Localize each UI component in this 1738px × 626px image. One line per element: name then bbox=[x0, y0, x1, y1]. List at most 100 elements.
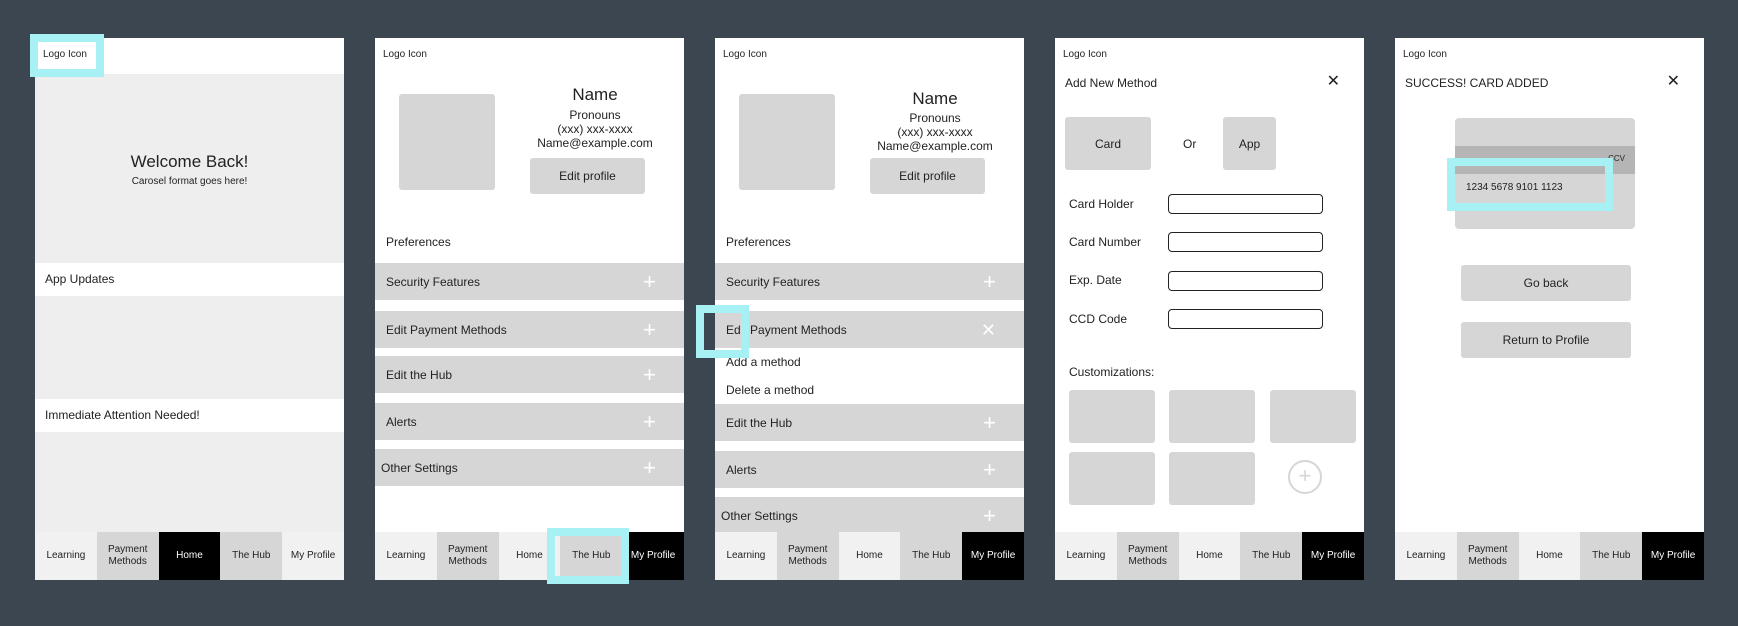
nav-payment-methods[interactable]: Payment Methods bbox=[776, 532, 839, 580]
alerts-row[interactable]: Alerts + bbox=[715, 451, 1024, 488]
success-screen: Logo Icon SUCCESS! CARD ADDED ✕ CCV 1234… bbox=[1395, 38, 1704, 580]
section-label: Edit the Hub bbox=[726, 415, 793, 430]
nav-payment-methods[interactable]: Payment Methods bbox=[436, 532, 499, 580]
app-updates-panel[interactable] bbox=[35, 296, 344, 399]
profile-pronouns: Pronouns bbox=[909, 111, 961, 125]
close-icon[interactable]: ✕ bbox=[1667, 71, 1680, 91]
nav-the-hub[interactable]: The Hub bbox=[900, 532, 963, 580]
nav-payment-methods[interactable]: Payment Methods bbox=[1456, 532, 1519, 580]
avatar bbox=[399, 94, 495, 190]
go-back-button[interactable]: Go back bbox=[1461, 265, 1631, 301]
nav-my-profile[interactable]: My Profile bbox=[622, 532, 684, 580]
nav-the-hub[interactable]: The Hub bbox=[1240, 532, 1303, 580]
profile-pronouns: Pronouns bbox=[569, 108, 621, 122]
welcome-carousel[interactable]: Welcome Back! Carosel format goes here! bbox=[35, 74, 344, 263]
security-features-row[interactable]: Security Features + bbox=[715, 263, 1024, 300]
avatar bbox=[739, 94, 835, 190]
attention-panel[interactable] bbox=[35, 432, 344, 532]
preferences-heading: Preferences bbox=[386, 235, 451, 249]
bottom-nav: Learning Payment Methods Home The Hub My… bbox=[375, 532, 684, 580]
nav-home[interactable]: Home bbox=[1518, 532, 1581, 580]
highlight-edit-payment bbox=[696, 305, 749, 358]
card-holder-label: Card Holder bbox=[1069, 197, 1134, 211]
bottom-nav: Learning Payment Methods Home The Hub My… bbox=[715, 532, 1024, 580]
card-style-swatch[interactable] bbox=[1069, 390, 1155, 443]
ccd-code-label: CCD Code bbox=[1069, 312, 1128, 326]
edit-hub-row[interactable]: Edit the Hub + bbox=[375, 356, 684, 393]
add-method-screen: Logo Icon Add New Method ✕ Card Or App C… bbox=[1055, 38, 1364, 580]
plus-icon[interactable]: + bbox=[983, 458, 996, 481]
plus-icon[interactable]: + bbox=[643, 363, 656, 386]
plus-icon[interactable]: + bbox=[983, 270, 996, 293]
nav-home[interactable]: Home bbox=[1178, 532, 1241, 580]
app-updates-heading: App Updates bbox=[45, 272, 115, 286]
nav-my-profile[interactable]: My Profile bbox=[282, 532, 344, 580]
profile-email: Name@example.com bbox=[537, 136, 653, 150]
customizations-heading: Customizations: bbox=[1069, 365, 1155, 379]
exp-date-field[interactable] bbox=[1168, 271, 1323, 291]
logo-icon[interactable]: Logo Icon bbox=[723, 49, 767, 60]
card-holder-field[interactable] bbox=[1168, 194, 1323, 214]
logo-icon[interactable]: Logo Icon bbox=[383, 49, 427, 60]
card-number-field[interactable] bbox=[1168, 232, 1323, 252]
nav-my-profile[interactable]: My Profile bbox=[962, 532, 1024, 580]
section-label: Edit the Hub bbox=[386, 367, 453, 382]
plus-icon[interactable]: + bbox=[983, 504, 996, 527]
alerts-row[interactable]: Alerts + bbox=[375, 403, 684, 440]
plus-icon[interactable]: + bbox=[643, 456, 656, 479]
edit-payment-methods-row[interactable]: Edit Payment Methods ✕ bbox=[715, 311, 1024, 348]
ccd-code-field[interactable] bbox=[1168, 309, 1323, 329]
card-option-button[interactable]: Card bbox=[1065, 117, 1151, 170]
nav-my-profile[interactable]: My Profile bbox=[1642, 532, 1704, 580]
section-label: Security Features bbox=[386, 274, 481, 289]
nav-learning[interactable]: Learning bbox=[715, 532, 777, 580]
card-style-swatch[interactable] bbox=[1169, 452, 1255, 505]
or-label: Or bbox=[1183, 137, 1197, 151]
card-style-swatch[interactable] bbox=[1270, 390, 1356, 443]
delete-method-option[interactable]: Delete a method bbox=[726, 383, 814, 397]
nav-the-hub[interactable]: The Hub bbox=[220, 532, 283, 580]
section-label: Alerts bbox=[726, 462, 757, 477]
plus-icon[interactable]: + bbox=[643, 410, 656, 433]
profile-screen: Logo Icon Name Pronouns (xxx) xxx-xxxx N… bbox=[375, 38, 684, 580]
add-customization-icon[interactable]: + bbox=[1288, 460, 1322, 494]
profile-name: Name bbox=[912, 89, 958, 108]
nav-learning[interactable]: Learning bbox=[35, 532, 97, 580]
nav-my-profile[interactable]: My Profile bbox=[1302, 532, 1364, 580]
nav-the-hub[interactable]: The Hub bbox=[1580, 532, 1643, 580]
nav-home[interactable]: Home bbox=[838, 532, 901, 580]
home-screen: Logo Icon Welcome Back! Carosel format g… bbox=[35, 38, 344, 580]
card-style-swatch[interactable] bbox=[1169, 390, 1255, 443]
edit-profile-button[interactable]: Edit profile bbox=[870, 158, 985, 194]
nav-learning[interactable]: Learning bbox=[375, 532, 437, 580]
close-icon[interactable]: ✕ bbox=[1327, 71, 1340, 91]
logo-icon[interactable]: Logo Icon bbox=[1063, 49, 1107, 60]
edit-hub-row[interactable]: Edit the Hub + bbox=[715, 404, 1024, 441]
other-settings-row[interactable]: Other Settings + bbox=[375, 449, 684, 486]
security-features-row[interactable]: Security Features + bbox=[375, 263, 684, 300]
app-option-button[interactable]: App bbox=[1223, 117, 1276, 170]
plus-icon[interactable]: + bbox=[643, 270, 656, 293]
plus-icon[interactable]: + bbox=[643, 318, 656, 341]
exp-date-label: Exp. Date bbox=[1069, 273, 1122, 287]
nav-home[interactable]: Home bbox=[158, 532, 221, 580]
nav-payment-methods[interactable]: Payment Methods bbox=[1116, 532, 1179, 580]
profile-email: Name@example.com bbox=[877, 139, 993, 153]
return-to-profile-button[interactable]: Return to Profile bbox=[1461, 322, 1631, 358]
section-label: Alerts bbox=[386, 414, 417, 429]
edit-payment-methods-row[interactable]: Edit Payment Methods + bbox=[375, 311, 684, 348]
edit-profile-button[interactable]: Edit profile bbox=[530, 158, 645, 194]
profile-phone: (xxx) xxx-xxxx bbox=[897, 125, 973, 139]
welcome-title: Welcome Back! bbox=[130, 152, 249, 171]
bottom-nav: Learning Payment Methods Home The Hub My… bbox=[1395, 532, 1704, 580]
plus-icon[interactable]: + bbox=[983, 411, 996, 434]
logo-icon[interactable]: Logo Icon bbox=[1403, 49, 1447, 60]
card-style-swatch[interactable] bbox=[1069, 452, 1155, 505]
close-icon[interactable]: ✕ bbox=[981, 319, 996, 341]
other-settings-row[interactable]: Other Settings + bbox=[715, 497, 1024, 534]
section-label: Edit Payment Methods bbox=[386, 322, 507, 337]
nav-learning[interactable]: Learning bbox=[1055, 532, 1117, 580]
nav-payment-methods[interactable]: Payment Methods bbox=[96, 532, 159, 580]
nav-learning[interactable]: Learning bbox=[1395, 532, 1457, 580]
card-number-label: Card Number bbox=[1069, 235, 1142, 249]
